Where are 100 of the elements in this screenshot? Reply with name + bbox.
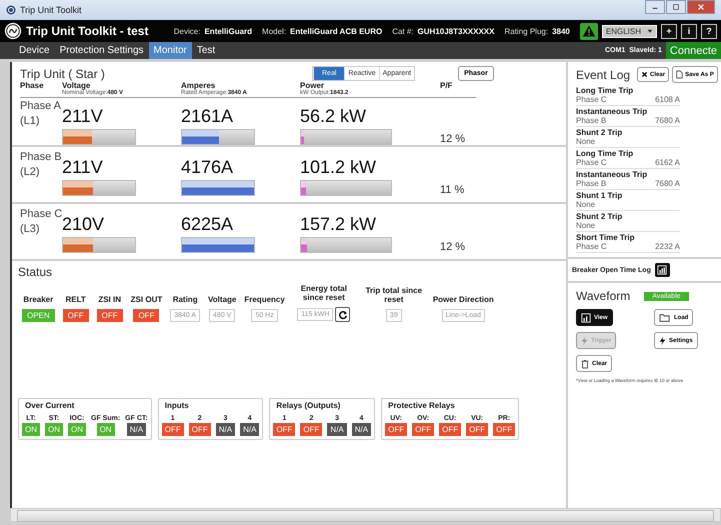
status-indicator: OFF — [96, 309, 123, 322]
status-indicator: ON — [68, 423, 86, 436]
event-value: 6162 A — [655, 158, 680, 167]
info-value: EntelliGuard — [204, 26, 252, 36]
folder-icon — [659, 312, 671, 322]
close-button[interactable] — [687, 0, 715, 14]
meter-reading: 56.2 kW — [300, 106, 368, 127]
trash-icon — [581, 358, 589, 368]
status-indicator: OFF — [62, 309, 89, 322]
nav-tab[interactable]: Test — [192, 42, 220, 59]
horizontal-scrollbar[interactable] — [10, 508, 721, 522]
column-header: Voltage — [62, 81, 90, 90]
status-indicator: OFF — [466, 423, 488, 436]
chart-icon[interactable] — [654, 263, 670, 277]
status-indicator: OFF — [439, 423, 462, 436]
info-value: GUH10J8T3XXXXXX — [418, 26, 494, 36]
status-label: Frequency — [244, 295, 285, 304]
column-header: Power — [300, 81, 324, 90]
event-value: 7680 A — [655, 116, 680, 125]
power-factor: 11 % — [440, 184, 466, 196]
maximize-button[interactable] — [666, 0, 686, 14]
document-icon — [676, 70, 684, 79]
status-label: Breaker — [23, 295, 54, 304]
status-label: ZSI OUT — [130, 295, 162, 304]
status-indicator: ON — [96, 423, 115, 436]
info-label: Rating Plug: — [504, 26, 548, 36]
status-indicator: OFF — [273, 423, 296, 436]
phase-line: (L3) — [20, 223, 41, 235]
event-name: Long Time Trip — [576, 149, 634, 158]
scrollbar-thumb[interactable] — [17, 510, 714, 522]
language-dropdown[interactable]: ENGLISH — [602, 24, 657, 38]
lightning-icon — [659, 336, 666, 346]
meter-reading: 211V — [62, 157, 104, 178]
phase-line: (L2) — [20, 166, 41, 178]
info-label: Device: — [174, 26, 200, 36]
status-label: RELT — [66, 295, 86, 304]
info-label: Cat #: — [392, 26, 414, 36]
event-phase: None — [576, 137, 596, 146]
header-button[interactable]: + — [661, 24, 677, 38]
event-phase: Phase C — [576, 158, 607, 167]
status-label: Power Direction — [432, 295, 494, 304]
info-value: EntelliGuard ACB EURO — [290, 26, 382, 36]
caret-icon — [647, 28, 653, 34]
event-name: Instantaneous Trip — [576, 107, 648, 116]
panel-title: Waveform — [576, 289, 630, 303]
connection-status: Connecte — [666, 42, 721, 59]
status-indicator: OFF — [188, 423, 211, 436]
status-indicator: OPEN — [22, 309, 55, 322]
status-label: Voltage — [208, 295, 236, 304]
lightning-icon — [581, 336, 588, 346]
status-label: Rating — [172, 295, 198, 304]
info-value: 3840 — [552, 26, 570, 36]
header-button[interactable]: ? — [701, 24, 717, 38]
event-name: Shunt 2 Trip — [576, 212, 624, 221]
panel-title: Status — [18, 265, 54, 279]
warning-icon[interactable] — [580, 22, 598, 40]
nav-tab[interactable]: Monitor — [148, 42, 192, 59]
status-indicator: ON — [22, 423, 40, 436]
nav-tab[interactable]: Device — [14, 42, 55, 59]
event-phase: Phase B — [576, 179, 606, 188]
column-header: Phase — [20, 81, 45, 90]
status-indicator: N/A — [352, 423, 372, 436]
event-phase: Phase C — [576, 242, 607, 251]
event-phase: None — [576, 221, 596, 230]
logo-icon — [6, 5, 16, 15]
event-name: Shunt 2 Trip — [576, 128, 624, 137]
status-indicator: N/A — [216, 423, 236, 436]
event-value: 6108 A — [655, 95, 680, 104]
reset-button[interactable] — [335, 307, 350, 322]
maximize-icon — [672, 3, 680, 11]
status-indicator: OFF — [385, 423, 408, 436]
close-icon — [697, 3, 705, 11]
nav-tab[interactable]: Protection Settings — [54, 42, 149, 59]
status-indicator: N/A — [126, 423, 146, 436]
meter-reading: 6225A — [181, 214, 234, 235]
event-name: Shunt 1 Trip — [576, 191, 624, 200]
status-indicator: ON — [45, 423, 63, 436]
status-indicator: OFF — [162, 423, 184, 436]
event-phase: None — [576, 200, 596, 209]
app-title: Trip Unit Toolkit - test — [26, 24, 148, 38]
panel-title: Trip Unit ( Star ) — [20, 66, 106, 80]
event-value: 7680 A — [655, 179, 680, 188]
column-header: Amperes — [181, 81, 216, 90]
event-value: 2232 A — [655, 242, 680, 251]
status-indicator: N/A — [327, 423, 347, 436]
column-header: P/F — [440, 81, 454, 90]
chart-icon — [581, 312, 591, 322]
power-factor: 12 % — [440, 133, 466, 145]
logo-icon — [4, 22, 22, 40]
event-name: Short Time Trip — [576, 233, 636, 242]
meter-reading: 4176A — [181, 157, 234, 178]
status-indicator: OFF — [133, 309, 160, 322]
event-phase: Phase C — [576, 95, 607, 104]
phase-name: Phase C — [20, 208, 62, 220]
group-title: Over Current — [22, 401, 78, 410]
meter-reading: 210V — [62, 214, 106, 235]
event-name: Long Time Trip — [576, 86, 634, 95]
phase-line: (L1) — [20, 115, 41, 127]
header-button[interactable]: i — [681, 24, 697, 38]
meter-reading: 2161A — [181, 106, 234, 127]
